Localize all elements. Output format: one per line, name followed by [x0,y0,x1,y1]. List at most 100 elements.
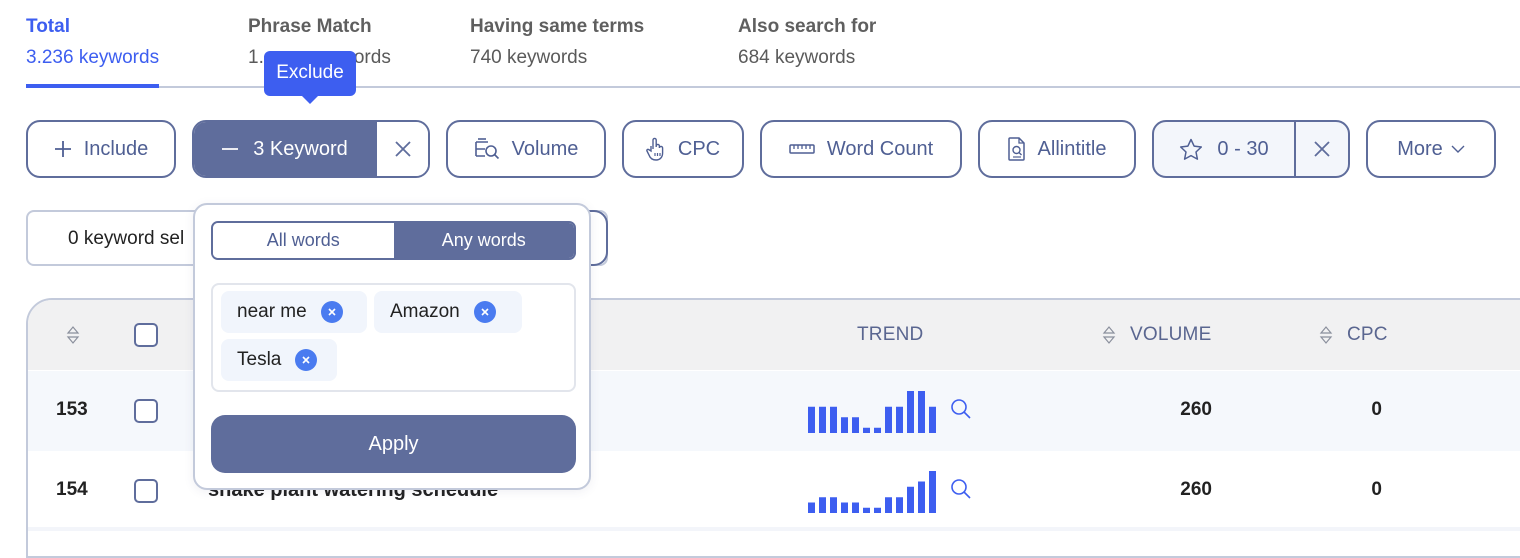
trend-bar [929,471,936,513]
column-volume[interactable]: VOLUME [1130,324,1211,346]
trend-bar [885,497,892,513]
search-icon[interactable] [950,398,972,420]
trend-bar [918,481,925,513]
trend-bar [885,406,892,433]
rating-label: 0 - 30 [1217,137,1269,160]
trend-bar [830,406,837,433]
volume-label: Volume [511,137,579,160]
word-count-button[interactable]: Word Count [760,120,962,178]
ruler-icon [789,143,815,155]
rating-filter: 0 - 30 [1152,120,1350,178]
chip-remove-button[interactable] [473,301,496,323]
exclude-filter: 3 Keyword [192,120,430,178]
trend-bar [896,497,903,513]
sort-icon[interactable] [66,324,80,346]
tab-count-end: ords [353,47,391,68]
exclude-keyword-popover: All words Any words near me Amazon Tesla… [193,203,591,490]
tab-count: 740 keywords [470,47,588,68]
keyword-chip: near me [221,291,367,333]
trend-bar [874,427,881,433]
select-all-checkbox[interactable] [134,323,158,347]
row-checkbox[interactable] [134,399,158,423]
volume-search-icon [474,138,500,160]
row-checkbox[interactable] [134,479,158,503]
trend-bar [819,406,826,433]
chip-label: near me [237,301,307,322]
close-icon [302,356,310,364]
minus-icon [221,147,239,151]
allintitle-button[interactable]: Allintitle [978,120,1136,178]
more-button[interactable]: More [1366,120,1496,178]
chip-remove-button[interactable] [320,301,343,323]
tab-having-same-terms[interactable]: Having same terms 740 keywords [470,14,644,71]
trend-bar [863,507,870,513]
keyword-tabs: Total 3.236 keywords Phrase Match 1. ords… [26,0,1520,88]
tab-count: 3.236 keywords [26,47,160,68]
apply-button[interactable]: Apply [211,415,576,473]
trend-bar [874,507,881,513]
trend-bar [841,417,848,433]
keyword-chip: Amazon [374,291,522,333]
trend-bar [841,502,848,513]
chip-label: Amazon [390,301,460,322]
trend-bar [852,417,859,433]
chevron-down-icon [1451,145,1465,153]
column-cpc[interactable]: CPC [1347,324,1388,346]
trend-bar [918,391,925,433]
close-icon [394,141,411,157]
match-mode-toggle: All words Any words [211,221,576,260]
include-button[interactable]: Include [26,120,176,178]
sort-icon[interactable] [1319,324,1333,346]
search-icon[interactable] [950,478,972,500]
trend-bar [819,497,826,513]
chip-label: Tesla [237,349,282,370]
include-label: Include [83,137,149,160]
hand-pointer-icon [646,137,666,161]
sort-icon[interactable] [1102,324,1116,346]
tab-title: Also search for [738,16,877,37]
close-icon [1314,141,1330,157]
exclude-clear-button[interactable] [375,122,428,176]
trend-bar [896,406,903,433]
cpc-value: 0 [1371,479,1382,500]
tab-count-start: 1. [248,47,264,68]
mode-any-words[interactable]: Any words [393,223,574,258]
close-icon [481,308,489,316]
trend-chart [808,391,936,433]
trend-bar [808,406,815,433]
cpc-label: CPC [677,137,721,160]
column-trend: TREND [857,324,924,345]
exclude-label: 3 Keyword [253,137,348,160]
exclude-button[interactable]: 3 Keyword [194,122,375,176]
tab-title: Having same terms [470,16,645,37]
keyword-chip: Tesla [221,339,337,381]
word-count-label: Word Count [826,137,934,160]
more-label: More [1397,137,1443,160]
cpc-value: 0 [1371,399,1382,420]
volume-value: 260 [1180,399,1212,420]
rating-button[interactable]: 0 - 30 [1154,122,1294,176]
trend-chart [808,471,936,513]
tab-total[interactable]: Total 3.236 keywords [26,14,160,88]
document-search-icon [1007,137,1026,161]
selection-count: 0 keyword sel [68,228,185,249]
row-number: 154 [56,479,88,500]
tab-also-search-for[interactable]: Also search for 684 keywords [738,14,876,71]
trend-bar [907,391,914,433]
exclude-tooltip: Exclude [264,51,356,104]
trend-bar [830,497,837,513]
trend-bar [863,427,870,433]
trend-bar [929,406,936,433]
allintitle-label: Allintitle [1037,137,1107,160]
volume-button[interactable]: Volume [446,120,606,178]
trend-bar [852,502,859,513]
cpc-button[interactable]: CPC [622,120,744,178]
star-icon [1179,138,1203,161]
tab-title: Total [26,16,70,37]
plus-icon [54,140,72,158]
chip-remove-button[interactable] [295,349,318,371]
row-number: 153 [56,399,88,420]
mode-all-words[interactable]: All words [213,223,394,258]
rating-clear-button[interactable] [1294,122,1348,176]
keyword-chip-input[interactable]: near me Amazon Tesla [211,283,576,392]
